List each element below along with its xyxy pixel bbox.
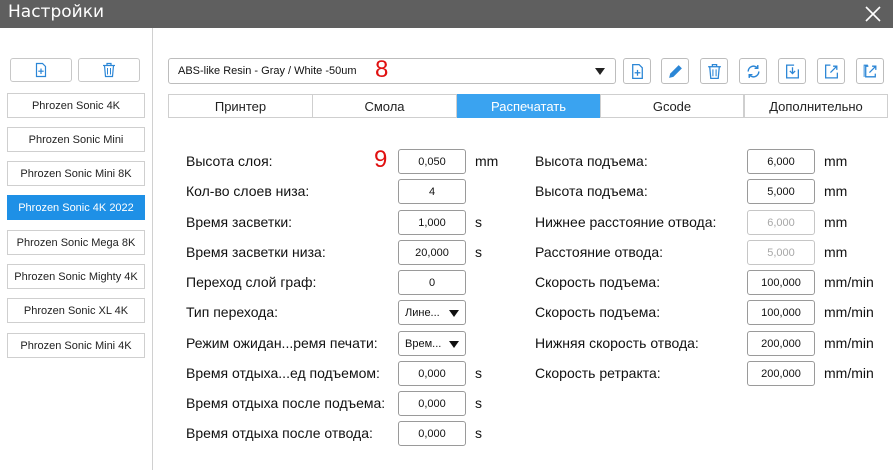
setting-label: Скорость подъема:: [535, 304, 661, 320]
annotation-marker-9: 9: [374, 146, 388, 173]
layer-height-input[interactable]: 0,050: [398, 149, 466, 174]
bottom-exposure-input[interactable]: 20,000: [398, 240, 466, 265]
exposure-time-input[interactable]: 1,000: [398, 210, 466, 235]
pencil-icon: [668, 64, 682, 78]
trash-icon: [103, 62, 115, 78]
printer-item[interactable]: Phrozen Sonic Mighty 4K: [7, 264, 145, 289]
printer-item[interactable]: Phrozen Sonic Mini 4K: [7, 333, 145, 358]
setting-unit: mm/min: [824, 365, 874, 381]
close-icon[interactable]: [861, 2, 885, 26]
lift-height-2-input[interactable]: 5,000: [747, 179, 815, 204]
refresh-icon: [746, 64, 760, 78]
setting-unit: s: [475, 365, 482, 381]
setting-label: Высота слоя:: [186, 153, 273, 169]
add-file-icon: [631, 63, 643, 79]
retract-distance-input: 5,000: [747, 240, 815, 265]
setting-label: Нижняя скорость отвода:: [535, 335, 699, 351]
delete-profile-button[interactable]: [700, 58, 728, 84]
profile-select-value: ABS-like Resin - Gray / White -50um: [178, 65, 357, 77]
transition-type-select[interactable]: Лине...: [398, 300, 466, 325]
tab-print[interactable]: Распечатать: [457, 94, 600, 118]
bottom-retract-distance-input: 6,000: [747, 210, 815, 235]
setting-label: Режим ожидан...ремя печати:: [186, 335, 378, 351]
setting-unit: s: [475, 214, 482, 230]
setting-unit: mm: [824, 183, 848, 199]
printer-item[interactable]: Phrozen Sonic 4K: [7, 93, 145, 118]
export-icon: [824, 63, 838, 79]
bottom-layers-input[interactable]: 4: [398, 179, 466, 204]
printer-item[interactable]: Phrozen Sonic Mega 8K: [7, 230, 145, 255]
lift-height-input[interactable]: 6,000: [747, 149, 815, 174]
setting-unit: s: [475, 244, 482, 260]
retract-speed-input[interactable]: 200,000: [747, 361, 815, 386]
window-title: Настройки: [8, 2, 105, 22]
printer-item[interactable]: Phrozen Sonic Mini: [7, 127, 145, 152]
setting-unit: mm/min: [824, 304, 874, 320]
wait-mode-select[interactable]: Врем...: [398, 331, 466, 356]
tab-printer[interactable]: Принтер: [168, 94, 313, 118]
rest-after-lift-input[interactable]: 0,000: [398, 391, 466, 416]
add-profile-button[interactable]: [623, 58, 651, 84]
lift-speed-input[interactable]: 100,000: [747, 270, 815, 295]
export-all-profiles-button[interactable]: [856, 58, 884, 84]
setting-label: Нижнее расстояние отвода:: [535, 214, 717, 230]
printer-sidebar: Phrozen Sonic 4K Phrozen Sonic Mini Phro…: [0, 28, 153, 470]
select-value: Врем...: [405, 337, 442, 350]
import-profile-button[interactable]: [778, 58, 806, 84]
tab-resin[interactable]: Смола: [312, 94, 457, 118]
setting-label: Время отдыха после отвода:: [186, 425, 373, 441]
setting-unit: mm/min: [824, 274, 874, 290]
setting-label: Время отдыха...ед подъемом:: [186, 365, 380, 381]
rest-after-retract-input[interactable]: 0,000: [398, 421, 466, 446]
lift-speed-2-input[interactable]: 100,000: [747, 300, 815, 325]
rest-before-lift-input[interactable]: 0,000: [398, 361, 466, 386]
trash-icon: [707, 63, 721, 79]
setting-unit: mm: [475, 153, 499, 169]
setting-unit: mm/min: [824, 335, 874, 351]
delete-printer-button[interactable]: [78, 58, 140, 82]
tab-gcode[interactable]: Gcode: [600, 94, 744, 118]
setting-label: Высота подъема:: [535, 183, 648, 199]
select-value: Лине...: [405, 306, 440, 319]
setting-label: Время засветки:: [186, 214, 293, 230]
setting-label: Переход слой граф:: [186, 274, 317, 290]
chevron-down-icon: [449, 341, 459, 348]
setting-label: Время засветки низа:: [186, 244, 326, 260]
printer-item-selected[interactable]: Phrozen Sonic 4K 2022: [7, 195, 145, 220]
profile-select[interactable]: ABS-like Resin - Gray / White -50um: [168, 58, 616, 84]
setting-label: Расстояние отвода:: [535, 244, 664, 260]
edit-profile-button[interactable]: [661, 58, 689, 84]
setting-label: Кол-во слоев низа:: [186, 183, 310, 199]
setting-label: Тип перехода:: [186, 304, 279, 320]
setting-unit: mm: [824, 244, 848, 260]
annotation-marker-8: 8: [375, 56, 389, 83]
setting-unit: mm: [824, 214, 848, 230]
setting-label: Высота подъема:: [535, 153, 648, 169]
export-all-icon: [863, 64, 876, 77]
tab-advanced[interactable]: Дополнительно: [744, 94, 888, 118]
add-file-icon: [35, 62, 47, 78]
setting-unit: mm: [824, 153, 848, 169]
add-printer-button[interactable]: [10, 58, 72, 82]
setting-unit: s: [475, 425, 482, 441]
title-bar: Настройки: [0, 0, 893, 28]
chevron-down-icon: [449, 310, 459, 317]
import-icon: [785, 63, 799, 79]
setting-label: Скорость подъема:: [535, 274, 661, 290]
printer-item[interactable]: Phrozen Sonic XL 4K: [7, 298, 145, 323]
setting-label: Скорость ретракта:: [535, 365, 661, 381]
transition-layers-input[interactable]: 0: [398, 270, 466, 295]
bottom-retract-speed-input[interactable]: 200,000: [747, 331, 815, 356]
setting-label: Время отдыха после подъема:: [186, 395, 386, 411]
refresh-profile-button[interactable]: [739, 58, 767, 84]
printer-item[interactable]: Phrozen Sonic Mini 8K: [7, 161, 145, 186]
setting-unit: s: [475, 395, 482, 411]
export-profile-button[interactable]: [817, 58, 845, 84]
chevron-down-icon: [595, 68, 605, 75]
